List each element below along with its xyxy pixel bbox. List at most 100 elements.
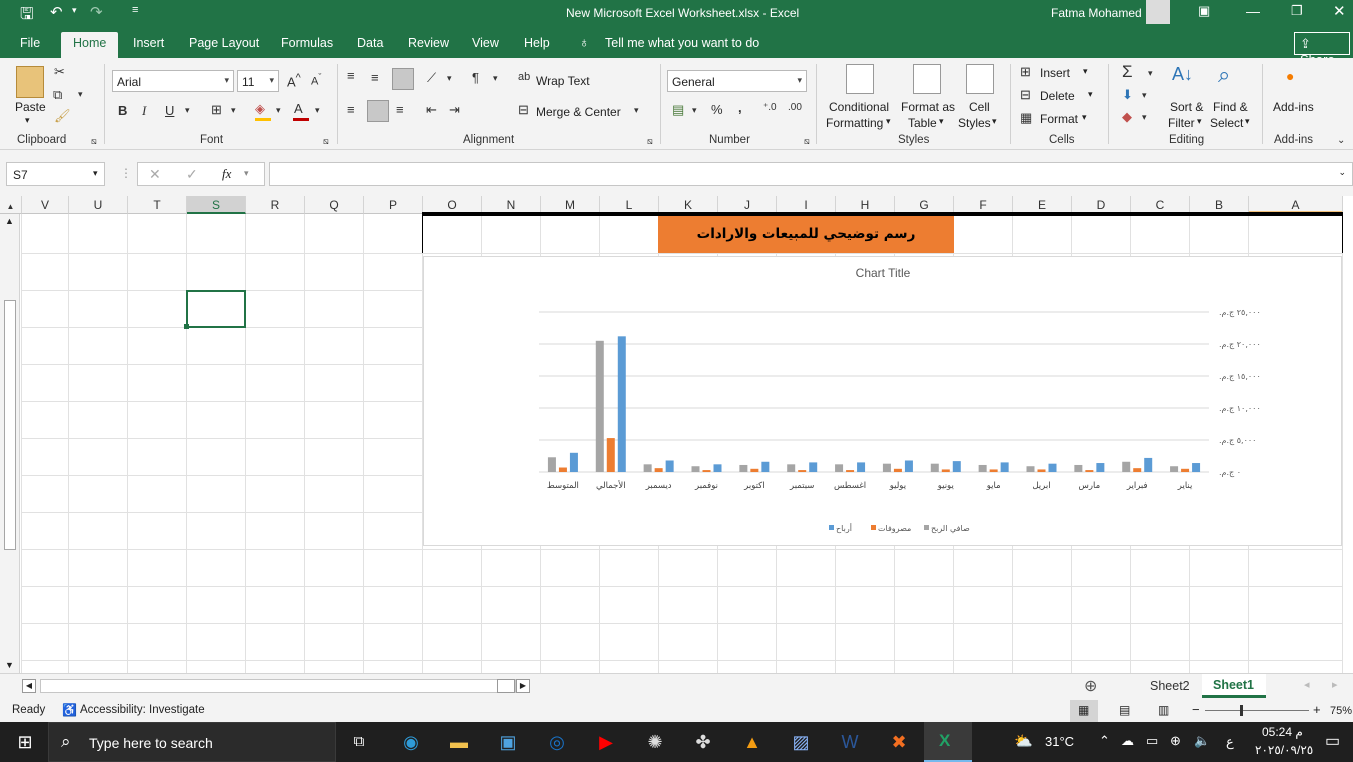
column-header-r[interactable]: R [246, 196, 305, 214]
column-header-p[interactable]: P [364, 196, 423, 214]
number-launcher-icon[interactable]: ⧅ [804, 136, 810, 147]
fill-color-icon[interactable]: ◈ [255, 101, 265, 117]
page-layout-view-icon[interactable]: ▤ [1119, 703, 1130, 717]
function-dropdown-icon[interactable]: ▾ [244, 168, 249, 179]
clock-time[interactable]: 05:24 م [1262, 725, 1303, 739]
user-name[interactable]: Fatma Mohamed [1051, 6, 1142, 20]
excel-taskbar-button[interactable]: X [924, 722, 972, 762]
sort-filter-icon[interactable]: A↓ [1172, 64, 1193, 85]
app-icon[interactable]: ✤ [682, 722, 724, 762]
column-header-s[interactable]: S [187, 196, 246, 214]
autosum-icon[interactable]: Σ [1122, 62, 1133, 82]
minimize-icon[interactable]: — [1246, 3, 1260, 19]
insert-function-button[interactable]: fx [222, 166, 231, 182]
word-icon[interactable]: W [829, 722, 871, 762]
accessibility-icon[interactable]: ♿ [62, 703, 77, 717]
paste-icon[interactable] [16, 66, 44, 98]
format-button[interactable]: Format [1040, 112, 1078, 126]
conditional-formatting-icon[interactable] [846, 64, 874, 94]
underline-dropdown-icon[interactable]: ▾ [185, 105, 190, 116]
accounting-format-icon[interactable]: ▤ [672, 102, 684, 118]
name-box[interactable]: S7 ▾ [6, 162, 105, 186]
find-dropdown-icon[interactable]: ▾ [1245, 116, 1250, 127]
undo-icon[interactable]: ↶ [50, 3, 63, 21]
increase-decimal-icon[interactable]: ⁺.0 [763, 102, 777, 113]
merge-dropdown-icon[interactable]: ▾ [634, 105, 639, 116]
zoom-level[interactable]: 75% [1330, 705, 1352, 717]
column-header-q[interactable]: Q [305, 196, 364, 214]
borders-dropdown-icon[interactable]: ▾ [231, 105, 236, 116]
formula-input[interactable]: ⌄ [269, 162, 1353, 186]
align-bottom-button[interactable] [392, 68, 414, 90]
tab-data[interactable]: Data [357, 36, 383, 50]
font-size-dropdown[interactable]: 11 ▾ [237, 70, 279, 92]
store-icon[interactable]: ▣ [487, 722, 529, 762]
scroll-down-icon[interactable]: ▼ [5, 660, 14, 670]
format-as-table-button[interactable]: Format as [901, 100, 955, 114]
cell-styles-button[interactable]: Cell [969, 100, 990, 114]
xampp-icon[interactable]: ✖ [878, 722, 920, 762]
worksheet-grid[interactable]: ▲ VUTSRQPONMLKJIHGFEDCBA ▲ ▼ رسم توضيحي … [0, 196, 1353, 673]
battery-icon[interactable]: ▭ [1146, 733, 1158, 749]
close-icon[interactable]: ✕ [1333, 2, 1346, 20]
format-table-dropdown-icon[interactable]: ▾ [939, 116, 944, 127]
tell-me-search[interactable]: Tell me what you want to do [605, 36, 759, 50]
expand-formula-icon[interactable]: ⌄ [1338, 167, 1346, 178]
vlc-icon[interactable]: ▲ [731, 722, 773, 762]
clear-icon[interactable]: ◆ [1122, 109, 1132, 125]
paste-dropdown-icon[interactable]: ▾ [25, 115, 30, 126]
vertical-scrollbar[interactable]: ▲ ▼ [0, 214, 20, 673]
tab-review[interactable]: Review [408, 36, 449, 50]
accessibility-status[interactable]: Accessibility: Investigate [80, 704, 205, 716]
conditional-formatting-button[interactable]: Conditional [829, 100, 889, 114]
text-direction-dropdown-icon[interactable]: ▾ [493, 73, 498, 84]
align-left-icon[interactable]: ≡ [347, 102, 355, 117]
tray-expand-icon[interactable]: ⌃ [1099, 733, 1110, 749]
zoom-in-icon[interactable]: + [1313, 702, 1321, 717]
restore-icon[interactable]: ❐ [1291, 3, 1303, 19]
ribbon-display-icon[interactable]: ▣ [1198, 3, 1210, 19]
conditional-dropdown-icon[interactable]: ▾ [886, 116, 891, 127]
increase-indent-icon[interactable]: ⇥ [449, 102, 460, 118]
chart-area[interactable]: Chart Title ٠ ج.م.‏ ٥,٠٠٠ ج.م.‏ ١٠,٠٠٠ ج.م… [423, 256, 1342, 546]
font-launcher-icon[interactable]: ⧅ [323, 136, 329, 147]
alignment-launcher-icon[interactable]: ⧅ [647, 136, 653, 147]
conditional-formatting-label[interactable]: Formatting [826, 116, 883, 130]
decrease-decimal-icon[interactable]: .00 [788, 102, 802, 113]
insert-button[interactable]: Insert [1040, 66, 1070, 80]
font-color-dropdown-icon[interactable]: ▾ [315, 105, 320, 116]
redo-icon[interactable]: ↷ [90, 3, 103, 21]
sort-filter-button[interactable]: Sort & [1170, 100, 1203, 114]
decrease-indent-icon[interactable]: ⇤ [426, 102, 437, 118]
addins-button[interactable]: Add-ins [1273, 100, 1314, 114]
format-cells-icon[interactable]: ▦ [1020, 110, 1032, 126]
italic-button[interactable]: I [142, 103, 146, 119]
page-break-view-icon[interactable]: ▥ [1158, 703, 1169, 717]
horizontal-scrollbar[interactable] [40, 679, 516, 693]
tab-insert[interactable]: Insert [133, 36, 164, 50]
format-as-table-label[interactable]: Table [908, 116, 937, 130]
cell-styles-icon[interactable] [966, 64, 994, 94]
format-dropdown-icon[interactable]: ▾ [1082, 112, 1087, 123]
wrap-text-icon[interactable]: ab [518, 71, 530, 83]
align-right-icon[interactable]: ≡ [396, 102, 404, 117]
clipboard-launcher-icon[interactable]: ⧅ [91, 136, 97, 147]
insert-cells-icon[interactable]: ⊞ [1020, 64, 1031, 80]
clear-dropdown-icon[interactable]: ▾ [1142, 112, 1147, 123]
photo-app-icon[interactable]: ▨ [780, 722, 822, 762]
save-icon[interactable]: 🖫 [20, 3, 34, 30]
clock-date[interactable]: ٢٠٢٥/٠٩/٢٥ [1255, 743, 1313, 757]
fill-dropdown-icon[interactable]: ▾ [1142, 90, 1147, 101]
underline-button[interactable]: U [165, 103, 174, 118]
delete-dropdown-icon[interactable]: ▾ [1088, 89, 1093, 100]
percent-style-icon[interactable]: % [711, 102, 723, 117]
prev-sheet-icon[interactable]: ◂ [1304, 678, 1310, 691]
merge-center-icon[interactable]: ⊟ [518, 102, 529, 118]
format-as-table-icon[interactable] [913, 64, 941, 94]
network-icon[interactable]: ⊕ [1170, 733, 1181, 749]
selected-cell[interactable] [186, 290, 246, 328]
fill-icon[interactable]: ⬇ [1122, 87, 1133, 103]
windows-start-icon[interactable]: ⊞ [4, 722, 46, 762]
number-format-dropdown[interactable]: General ▾ [667, 70, 807, 92]
font-color-icon[interactable]: A [294, 101, 303, 116]
